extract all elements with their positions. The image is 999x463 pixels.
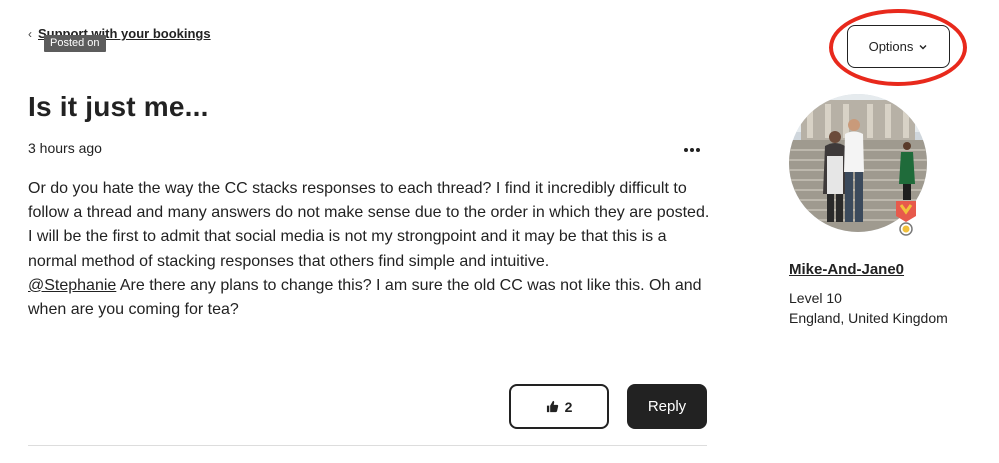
posted-on-tooltip: Posted on	[44, 35, 106, 52]
chevron-left-icon: ‹	[28, 26, 32, 41]
post-body: Or do you hate the way the CC stacks res…	[28, 177, 718, 322]
options-label: Options	[868, 39, 914, 54]
post-paragraph-text: Are there any plans to change this? I am…	[28, 276, 702, 319]
reply-button[interactable]: Reply	[627, 384, 707, 429]
user-mention-link[interactable]: @Stephanie	[28, 277, 116, 294]
author-name-link[interactable]: Mike-And-Jane0	[789, 261, 904, 278]
post-paragraph: Or do you hate the way the CC stacks res…	[28, 180, 710, 222]
thumbs-up-icon	[546, 400, 558, 413]
author-level: Level 10	[789, 290, 842, 306]
post-title: Is it just me...	[28, 91, 209, 122]
post-timestamp: 3 hours ago	[28, 140, 102, 156]
like-count: 2	[564, 398, 573, 415]
options-button[interactable]: Options	[847, 25, 950, 68]
post-paragraph: I will be the first to admit that social…	[28, 228, 667, 270]
more-dots-icon[interactable]	[684, 146, 702, 154]
level-badge-icon	[896, 201, 916, 236]
chevron-down-icon	[919, 44, 927, 49]
post-paragraph: @Stephanie Are there any plans to change…	[28, 274, 718, 322]
like-button[interactable]: 2	[509, 384, 609, 429]
divider	[28, 445, 707, 446]
author-location: England, United Kingdom	[789, 310, 948, 326]
